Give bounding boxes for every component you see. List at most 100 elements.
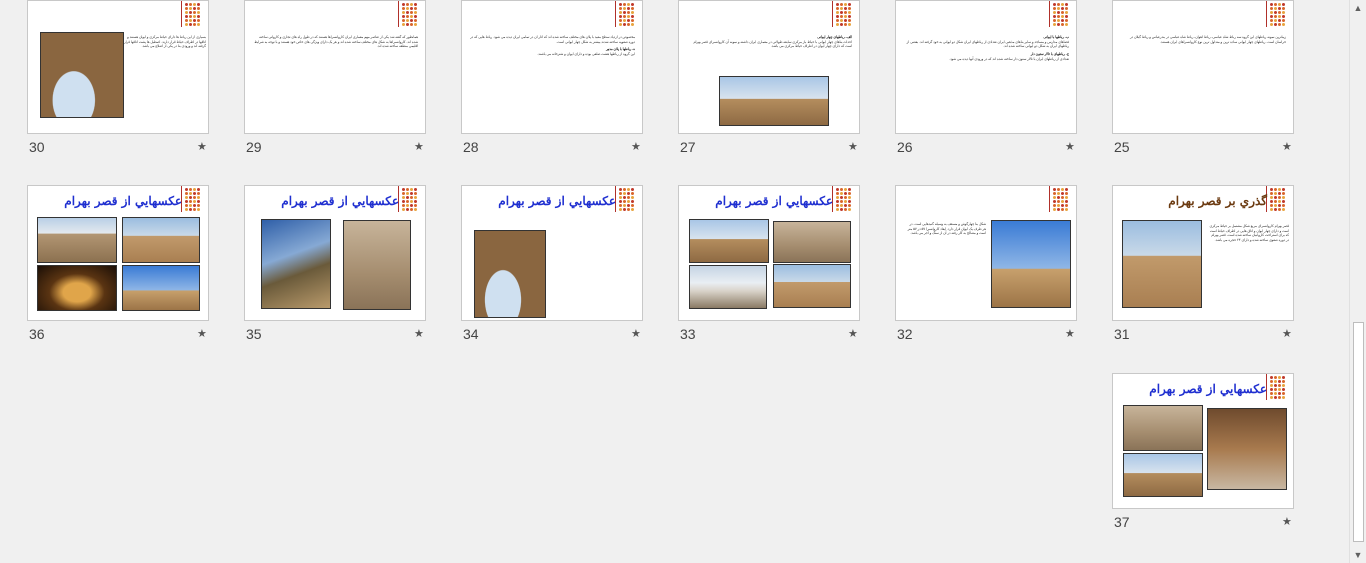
logo-dot xyxy=(1278,7,1281,10)
slide-thumbnail[interactable]: شکل بنا چهارگوش و مسقف به وسیله گنبدهایی… xyxy=(895,185,1077,321)
slide-thumbnail[interactable]: عکسهايي از قصر بهرام xyxy=(461,185,643,321)
logo-dot xyxy=(1053,3,1056,6)
star-icon[interactable]: ★ xyxy=(631,140,641,153)
slide-body-text: شکل بنا چهارگوش و مسقف به وسیله گنبدهایی… xyxy=(906,222,986,292)
slide-title: عکسهايي از قصر بهرام xyxy=(715,194,833,208)
logo-dot xyxy=(193,208,196,211)
vertical-scrollbar[interactable]: ▲ ▼ xyxy=(1349,0,1366,563)
logo-dot xyxy=(402,7,405,10)
logo-dot xyxy=(844,11,847,14)
slide-body-paragraph: تعدادی از رباطهای ایران با تالار ستون دا… xyxy=(949,56,1069,61)
slide-thumbnail[interactable]: گذري بر قصر بهرام قصر بهرام کاروانسرای مر… xyxy=(1112,185,1294,321)
logo-dot xyxy=(836,196,839,199)
logo-dot xyxy=(1270,380,1273,383)
scroll-up-arrow-icon[interactable]: ▲ xyxy=(1350,0,1366,16)
logo-dot xyxy=(848,23,851,26)
logo-dot xyxy=(619,192,622,195)
scroll-down-arrow-icon[interactable]: ▼ xyxy=(1350,547,1366,563)
logo-dot xyxy=(619,188,622,191)
star-icon[interactable]: ★ xyxy=(1282,140,1292,153)
star-icon[interactable]: ★ xyxy=(1065,327,1075,340)
slide-thumbnail[interactable]: بسیاری از این رباط ها دارای حیاط مرکزی و… xyxy=(27,0,209,134)
slide-thumbnail[interactable]: عکسهايي از قصر بهرام xyxy=(678,185,860,321)
logo-dot xyxy=(627,196,630,199)
slide-thumbnail[interactable]: عکسهايي از قصر بهرام xyxy=(1112,373,1294,509)
logo-dot xyxy=(840,23,843,26)
slide-thumbnail[interactable]: الف- رباطهای چهار ایوانی احداث بناهای چها… xyxy=(678,0,860,134)
logo-dot xyxy=(1278,23,1281,26)
logo-dot xyxy=(631,19,634,22)
logo-dot xyxy=(1053,188,1056,191)
slide-thumbnail[interactable]: ب- رباطها با ایوانی فضاهای مدارس و مساجد … xyxy=(895,0,1077,134)
logo-dot xyxy=(1278,19,1281,22)
logo-dot xyxy=(836,7,839,10)
logo-dot xyxy=(402,196,405,199)
logo-dot xyxy=(1282,11,1285,14)
star-icon[interactable]: ★ xyxy=(414,327,424,340)
logo-dot xyxy=(844,3,847,6)
slide-number: 27 xyxy=(680,139,696,155)
logo-dot xyxy=(406,188,409,191)
star-icon[interactable]: ★ xyxy=(197,327,207,340)
slide-photo xyxy=(1122,220,1202,308)
logo-dot xyxy=(402,204,405,207)
slide-number: 30 xyxy=(29,139,45,155)
logo-dot xyxy=(414,15,417,18)
slide-body-text: زیباترین نمونه رباطهای این گروه سه رباط … xyxy=(1121,35,1286,95)
logo-dot xyxy=(844,192,847,195)
logo-dot xyxy=(1282,188,1285,191)
logo-icon xyxy=(615,1,634,27)
logo-dot xyxy=(1282,19,1285,22)
logo-dot xyxy=(410,11,413,14)
logo-dot xyxy=(844,19,847,22)
logo-dot xyxy=(189,19,192,22)
logo-dot xyxy=(1057,3,1060,6)
slide-thumbnail[interactable]: مخصوص در ازدیاد سطح مفید با پلان های مخت… xyxy=(461,0,643,134)
logo-dot xyxy=(406,7,409,10)
logo-dot xyxy=(623,3,626,6)
logo-dot xyxy=(414,188,417,191)
logo-dot xyxy=(410,196,413,199)
slide-photo xyxy=(1207,408,1287,490)
star-icon[interactable]: ★ xyxy=(197,140,207,153)
logo-dot xyxy=(848,196,851,199)
logo-icon xyxy=(832,186,851,212)
star-icon[interactable]: ★ xyxy=(848,327,858,340)
logo-dot xyxy=(631,23,634,26)
slide-body-text: مخصوص در ازدیاد سطح مفید با پلان های مخت… xyxy=(470,35,635,125)
logo-dot xyxy=(627,204,630,207)
logo-dot xyxy=(1270,7,1273,10)
logo-dot xyxy=(623,19,626,22)
logo-dot xyxy=(1278,384,1281,387)
logo-dot xyxy=(848,200,851,203)
logo-dot xyxy=(406,200,409,203)
logo-dot xyxy=(627,15,630,18)
logo-dot xyxy=(1057,15,1060,18)
logo-dot xyxy=(844,188,847,191)
logo-dot xyxy=(627,23,630,26)
logo-dot xyxy=(189,196,192,199)
logo-dot xyxy=(1053,196,1056,199)
slide-thumbnail[interactable]: همانطور که گفته شد یکی از عناصر مهم معما… xyxy=(244,0,426,134)
logo-dot xyxy=(1270,388,1273,391)
scrollbar-thumb[interactable] xyxy=(1353,322,1364,542)
star-icon[interactable]: ★ xyxy=(1282,515,1292,528)
logo-dot xyxy=(1282,380,1285,383)
logo-dot xyxy=(623,196,626,199)
star-icon[interactable]: ★ xyxy=(1282,327,1292,340)
slide-thumbnail[interactable]: زیباترین نمونه رباطهای این گروه سه رباط … xyxy=(1112,0,1294,134)
star-icon[interactable]: ★ xyxy=(414,140,424,153)
star-icon[interactable]: ★ xyxy=(1065,140,1075,153)
logo-dot xyxy=(185,200,188,203)
star-icon[interactable]: ★ xyxy=(631,327,641,340)
logo-dot xyxy=(406,3,409,6)
logo-dot xyxy=(1061,204,1064,207)
slide-thumbnail[interactable]: عکسهايي از قصر بهرام xyxy=(27,185,209,321)
logo-dot xyxy=(840,196,843,199)
slide-thumbnail[interactable]: عکسهايي از قصر بهرام xyxy=(244,185,426,321)
star-icon[interactable]: ★ xyxy=(848,140,858,153)
logo-dot xyxy=(414,3,417,6)
slide-body-text: الف- رباطهای چهار ایوانی احداث بناهای چها… xyxy=(687,35,852,73)
logo-dot xyxy=(1065,204,1068,207)
slide-title: عکسهايي از قصر بهرام xyxy=(64,194,182,208)
